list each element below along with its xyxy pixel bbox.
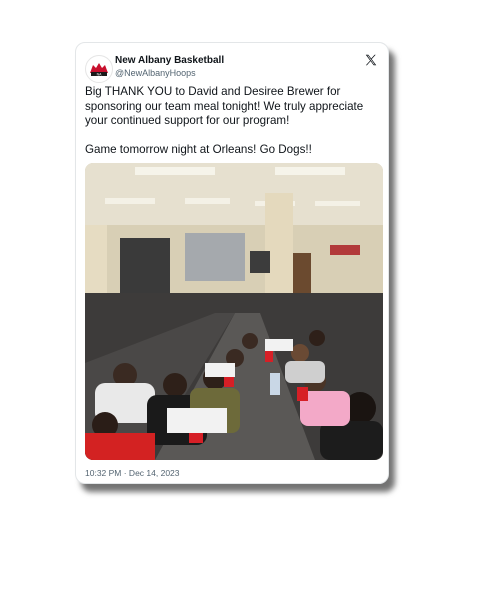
team-meal-photo: [85, 163, 383, 460]
team-logo-icon: NA: [90, 63, 108, 77]
tweet-text-paragraph: Big THANK YOU to David and Desiree Brewe…: [85, 85, 364, 127]
tweet-photo[interactable]: [85, 163, 383, 460]
tweet-text: Big THANK YOU to David and Desiree Brewe…: [85, 85, 381, 157]
author-name[interactable]: New Albany Basketball: [115, 55, 224, 66]
x-logo-icon[interactable]: [364, 53, 378, 67]
timestamp[interactable]: 10:32 PM · Dec 14, 2023: [85, 468, 180, 478]
svg-text:NA: NA: [97, 73, 103, 77]
tweet-card[interactable]: NA New Albany Basketball @NewAlbanyHoops…: [75, 42, 389, 484]
avatar[interactable]: NA: [85, 55, 113, 83]
author-handle[interactable]: @NewAlbanyHoops: [115, 68, 196, 78]
tweet-text-paragraph: Game tomorrow night at Orleans! Go Dogs!…: [85, 142, 312, 156]
